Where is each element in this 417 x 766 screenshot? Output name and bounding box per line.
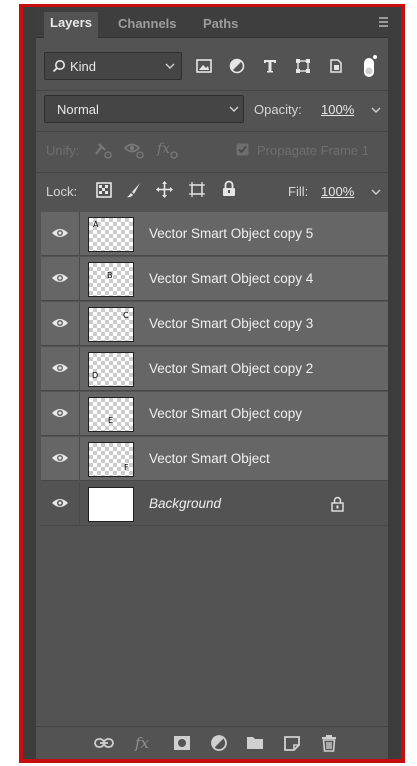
separator [36, 90, 388, 91]
add-mask-icon[interactable] [172, 734, 192, 752]
panel-scroll-gutter [388, 7, 398, 759]
opacity-label: Opacity: [254, 102, 302, 117]
layer-name[interactable]: Vector Smart Object copy 4 [149, 271, 313, 286]
unify-position-icon[interactable] [92, 140, 114, 160]
svg-text:fx: fx [156, 141, 170, 157]
lock-artboard-icon[interactable] [188, 181, 206, 198]
eye-visibility-icon[interactable] [51, 271, 69, 285]
lock-transparent-pixels-icon[interactable] [96, 182, 112, 198]
eye-visibility-icon[interactable] [51, 316, 69, 330]
layer-thumbnail: B [88, 262, 134, 297]
layer-row[interactable]: D Vector Smart Object copy 2 [41, 347, 388, 391]
adjustment-layer-icon[interactable] [209, 734, 229, 752]
layer-thumbnail: C [88, 307, 134, 342]
fill-label: Fill: [288, 184, 309, 199]
layer-name[interactable]: Vector Smart Object copy 3 [149, 316, 313, 331]
chevron-down-icon [229, 106, 239, 112]
filter-kind-select[interactable]: Kind [44, 52, 182, 80]
separator [36, 131, 388, 132]
layer-thumbnail [88, 487, 134, 522]
divider [79, 257, 80, 301]
lock-label: Lock: [46, 184, 78, 199]
tab-layers[interactable]: Layers [44, 12, 98, 38]
eye-visibility-icon[interactable] [51, 361, 69, 375]
smart-object-filter-icon[interactable] [328, 58, 344, 74]
layer-thumbnail: F [88, 442, 134, 477]
new-layer-icon[interactable] [282, 734, 302, 752]
tab-channels[interactable]: Channels [118, 13, 177, 37]
unify-style-icon[interactable]: fx [156, 140, 180, 160]
layer-name[interactable]: Vector Smart Object [149, 451, 270, 466]
opacity-chevron-icon[interactable] [371, 107, 381, 114]
layers-panel: Layers Channels Paths Kind Normal Opacit… [36, 7, 398, 759]
filter-toggle-switch[interactable] [361, 54, 377, 78]
layer-row[interactable]: C Vector Smart Object copy 3 [41, 302, 388, 346]
propagate-checkbox[interactable] [236, 143, 249, 156]
divider [79, 347, 80, 391]
fill-chevron-icon[interactable] [371, 189, 381, 196]
divider [79, 482, 80, 526]
eye-visibility-icon[interactable] [51, 226, 69, 240]
layer-name[interactable]: Vector Smart Object copy [149, 406, 302, 421]
separator [36, 172, 388, 173]
layer-row[interactable]: F Vector Smart Object [41, 437, 388, 481]
thumbnail-letter: D [92, 371, 99, 380]
layer-style-icon[interactable]: fx [134, 734, 154, 752]
panel-footer: fx [36, 726, 388, 759]
divider [79, 212, 80, 256]
lock-row: Lock: Fill: 100% [36, 177, 388, 207]
layer-name[interactable]: Vector Smart Object copy 2 [149, 361, 313, 376]
opacity-value[interactable]: 100% [321, 102, 354, 117]
panel-tab-bar: Layers Channels Paths [36, 7, 398, 38]
propagate-label: Propagate Frame 1 [257, 143, 370, 158]
layer-name[interactable]: Background [149, 496, 221, 511]
layer-name[interactable]: Vector Smart Object copy 5 [149, 226, 313, 241]
unify-row: Unify: fx Propagate Frame 1 [36, 135, 388, 165]
divider [79, 437, 80, 481]
adjustment-layer-filter-icon[interactable] [229, 58, 245, 74]
new-group-folder-icon[interactable] [245, 734, 265, 752]
layer-lock-icon[interactable] [331, 496, 344, 512]
layer-thumbnail: A [88, 217, 134, 252]
blend-mode-select[interactable]: Normal [44, 95, 244, 123]
lock-image-pixels-icon[interactable] [126, 182, 142, 198]
unify-label: Unify: [46, 143, 80, 158]
eye-visibility-icon[interactable] [51, 496, 69, 510]
search-icon [52, 60, 65, 73]
filter-kind-label: Kind [70, 59, 97, 74]
svg-text:fx: fx [134, 734, 150, 752]
divider [79, 302, 80, 346]
type-layer-filter-icon[interactable] [262, 58, 278, 74]
shape-layer-filter-icon[interactable] [295, 58, 311, 74]
blend-row: Normal Opacity: 100% [36, 95, 388, 125]
layer-thumbnail: E [88, 397, 134, 432]
thumbnail-letter: A [93, 220, 99, 229]
tab-paths[interactable]: Paths [203, 13, 238, 37]
eye-visibility-icon[interactable] [51, 406, 69, 420]
thumbnail-letter: B [107, 271, 113, 280]
layer-row[interactable]: E Vector Smart Object copy [41, 392, 388, 436]
layer-row[interactable]: B Vector Smart Object copy 4 [41, 257, 388, 301]
chevron-down-icon [165, 63, 175, 69]
thumbnail-letter: E [108, 416, 114, 425]
layer-row[interactable]: A Vector Smart Object copy 5 [41, 212, 388, 256]
layer-thumbnail: D [88, 352, 134, 387]
filter-row: Kind [36, 52, 388, 82]
delete-layer-trash-icon[interactable] [319, 734, 339, 752]
eye-visibility-icon[interactable] [51, 451, 69, 465]
fill-value[interactable]: 100% [321, 184, 354, 199]
thumbnail-letter: C [123, 311, 129, 320]
pixel-layer-filter-icon[interactable] [196, 59, 212, 73]
thumbnail-letter: F [124, 463, 129, 472]
highlight-frame: Layers Channels Paths Kind Normal Opacit… [19, 4, 405, 763]
unify-visibility-icon[interactable] [124, 140, 146, 160]
blend-mode-value: Normal [57, 102, 99, 117]
link-layers-icon[interactable] [94, 734, 114, 752]
layer-row-background[interactable]: Background [41, 482, 388, 526]
lock-position-icon[interactable] [156, 181, 173, 198]
lock-all-icon[interactable] [222, 180, 236, 197]
divider [79, 392, 80, 436]
